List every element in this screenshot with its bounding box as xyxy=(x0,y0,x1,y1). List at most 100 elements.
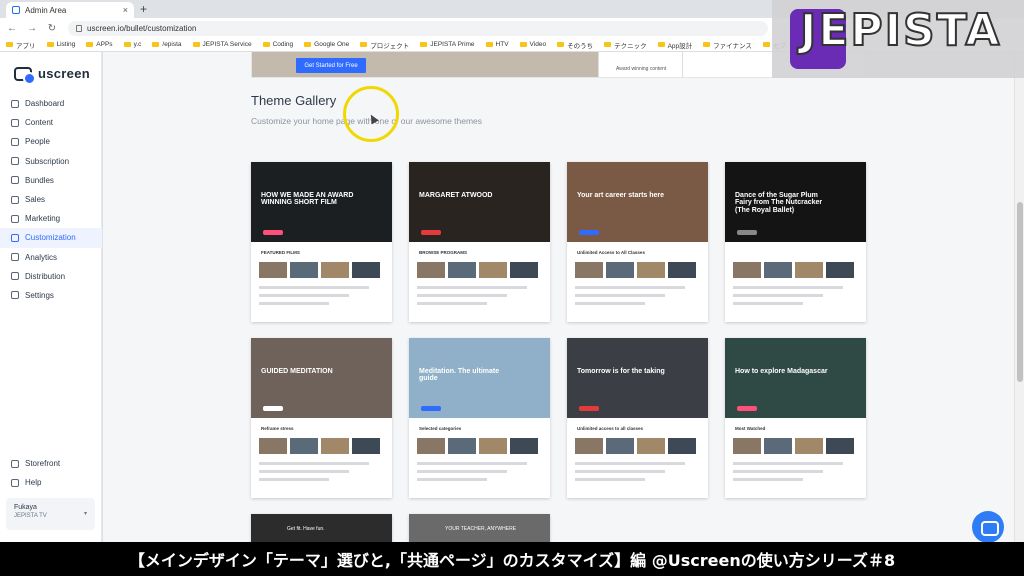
file-icon xyxy=(11,118,19,127)
sidebar-item-dashboard[interactable]: Dashboard xyxy=(0,94,102,113)
theme-thumbnail xyxy=(795,262,823,278)
bookmark-label: Listing xyxy=(56,41,76,48)
scrollbar-thumb[interactable] xyxy=(1017,202,1023,382)
theme-card[interactable]: Meditation. The ultimate guide Selected c… xyxy=(409,338,550,498)
theme-text-line xyxy=(259,294,349,297)
bookmark-item[interactable]: Google One xyxy=(304,41,349,48)
sidebar-item-label: Subscription xyxy=(25,156,70,166)
tab-favicon-icon xyxy=(12,6,20,14)
sidebar-item-label: Help xyxy=(25,478,42,488)
theme-text-line xyxy=(575,462,685,465)
theme-text-line xyxy=(259,462,369,465)
new-tab-icon[interactable]: + xyxy=(140,2,147,16)
theme-cta-button xyxy=(421,406,441,411)
theme-thumbnail xyxy=(448,262,476,278)
sidebar-item-bundles[interactable]: Bundles xyxy=(0,171,102,190)
browser-tab[interactable]: Admin Area × xyxy=(6,2,134,18)
theme-thumbnail xyxy=(733,262,761,278)
sidebar-item-content[interactable]: Content xyxy=(0,113,102,132)
theme-card[interactable]: YOUR TEACHER, ANYWHERE xyxy=(409,514,550,542)
theme-card[interactable]: HOW WE MADE AN AWARD WINNING SHORT FILM F… xyxy=(251,162,392,322)
theme-thumbnail xyxy=(668,438,696,454)
bookmark-item[interactable]: APPs xyxy=(86,41,113,48)
bookmark-item[interactable]: テクニック xyxy=(604,40,647,50)
back-icon[interactable]: ← xyxy=(4,23,20,34)
sidebar-item-settings[interactable]: Settings xyxy=(0,286,102,305)
bookmark-item[interactable]: Coding xyxy=(262,41,293,48)
bookmark-item[interactable]: アプリ xyxy=(6,40,36,50)
gear-icon xyxy=(11,291,19,300)
reload-icon[interactable]: ↻ xyxy=(44,23,60,34)
theme-hero-title: Your art career starts here xyxy=(577,192,665,199)
sidebar-item-customization[interactable]: Customization xyxy=(0,228,102,248)
bookmark-label: アプリ xyxy=(16,42,36,50)
bookmark-item[interactable]: JEPISTA Prime xyxy=(420,41,475,48)
theme-card[interactable]: Tomorrow is for the taking Unlimited acce… xyxy=(567,338,708,498)
sidebar-item-help[interactable]: Help xyxy=(0,473,102,492)
sidebar-item-sales[interactable]: Sales xyxy=(0,190,102,209)
theme-thumbnail xyxy=(290,262,318,278)
bookmark-item[interactable]: /epista xyxy=(152,41,182,48)
bookmark-label: APPs xyxy=(96,41,113,48)
uscreen-logo[interactable]: uscreen xyxy=(14,66,90,85)
sidebar-item-marketing[interactable]: Marketing xyxy=(0,209,102,228)
page-scrollbar[interactable] xyxy=(1014,52,1024,542)
sidebar-item-analytics[interactable]: Analytics xyxy=(0,248,102,267)
bookmark-item[interactable]: Listing xyxy=(46,41,76,48)
folder-icon xyxy=(703,42,711,47)
theme-card[interactable]: Your art career starts here Unlimited Acc… xyxy=(567,162,708,322)
theme-hero-title: HOW WE MADE AN AWARD WINNING SHORT FILM xyxy=(261,192,354,207)
sidebar-item-storefront[interactable]: Storefront xyxy=(0,454,102,473)
bookmark-item[interactable]: そのうち xyxy=(557,40,593,50)
address-bar[interactable]: uscreen.io/bullet/customization xyxy=(68,20,768,36)
bookmark-item[interactable]: App設計 xyxy=(657,40,692,50)
box-icon xyxy=(11,176,19,185)
theme-thumbnail xyxy=(668,262,696,278)
theme-card[interactable]: GUIDED MEDITATION Reframe stress xyxy=(251,338,392,498)
bookmark-item[interactable]: HTV xyxy=(485,41,509,48)
forward-icon[interactable]: → xyxy=(24,23,40,34)
folder-icon xyxy=(304,42,312,47)
theme-card[interactable]: How to explore Madagascar Most Watched xyxy=(725,338,866,498)
folder-icon xyxy=(604,42,612,47)
theme-card[interactable]: Dance of the Sugar Plum Fairy from The N… xyxy=(725,162,866,322)
sidebar-item-subscription[interactable]: Subscription xyxy=(0,152,102,171)
bookmark-label: Video xyxy=(529,41,547,48)
bookmark-item[interactable]: ファイナンス xyxy=(703,40,752,50)
bookmark-item[interactable]: JEPISTA Service xyxy=(192,41,252,48)
banner-note: Award winning content xyxy=(616,66,667,72)
theme-section-label: Most Watched xyxy=(735,426,766,431)
theme-card[interactable]: MARGARET ATWOOD BROWSE PROGRAMS xyxy=(409,162,550,322)
get-started-button[interactable]: Get Started for Free xyxy=(296,58,366,73)
sidebar-item-distribution[interactable]: Distribution xyxy=(0,267,102,286)
main-content: Get Started for Free Award winning conte… xyxy=(103,52,1014,542)
bookmark-label: プロジェクト xyxy=(370,42,410,50)
theme-section-label: Selected categories xyxy=(419,426,462,431)
theme-text-line xyxy=(417,462,527,465)
theme-text-line xyxy=(575,294,665,297)
bookmark-label: HTV xyxy=(495,41,509,48)
theme-card[interactable]: Get fit. Have fun. xyxy=(251,514,392,542)
sidebar-item-label: Dashboard xyxy=(25,99,65,109)
sidebar-item-people[interactable]: People xyxy=(0,132,102,151)
bookmark-item[interactable]: y.c xyxy=(123,41,141,48)
bookmark-item[interactable]: Video xyxy=(519,41,547,48)
theme-thumbnail xyxy=(826,438,854,454)
theme-text-line xyxy=(417,470,507,473)
banner-divider xyxy=(598,52,599,77)
brush-icon xyxy=(11,233,19,242)
help-icon xyxy=(11,478,19,487)
theme-hero-title: MARGARET ATWOOD xyxy=(419,192,493,199)
theme-cta-button xyxy=(421,230,441,235)
tab-close-icon[interactable]: × xyxy=(123,5,128,15)
chat-icon[interactable] xyxy=(972,511,1004,543)
sidebar-item-label: Sales xyxy=(25,195,46,205)
bookmark-item[interactable]: プロジェクト xyxy=(360,40,409,50)
theme-text-line xyxy=(733,286,843,289)
share-icon xyxy=(11,272,19,281)
account-switcher[interactable]: Fukaya JEPISTA TV ▾ xyxy=(6,498,95,530)
theme-text-line xyxy=(417,294,507,297)
theme-thumbnail-strip xyxy=(575,438,696,454)
theme-thumbnail-strip xyxy=(575,262,696,278)
folder-icon xyxy=(46,42,54,47)
